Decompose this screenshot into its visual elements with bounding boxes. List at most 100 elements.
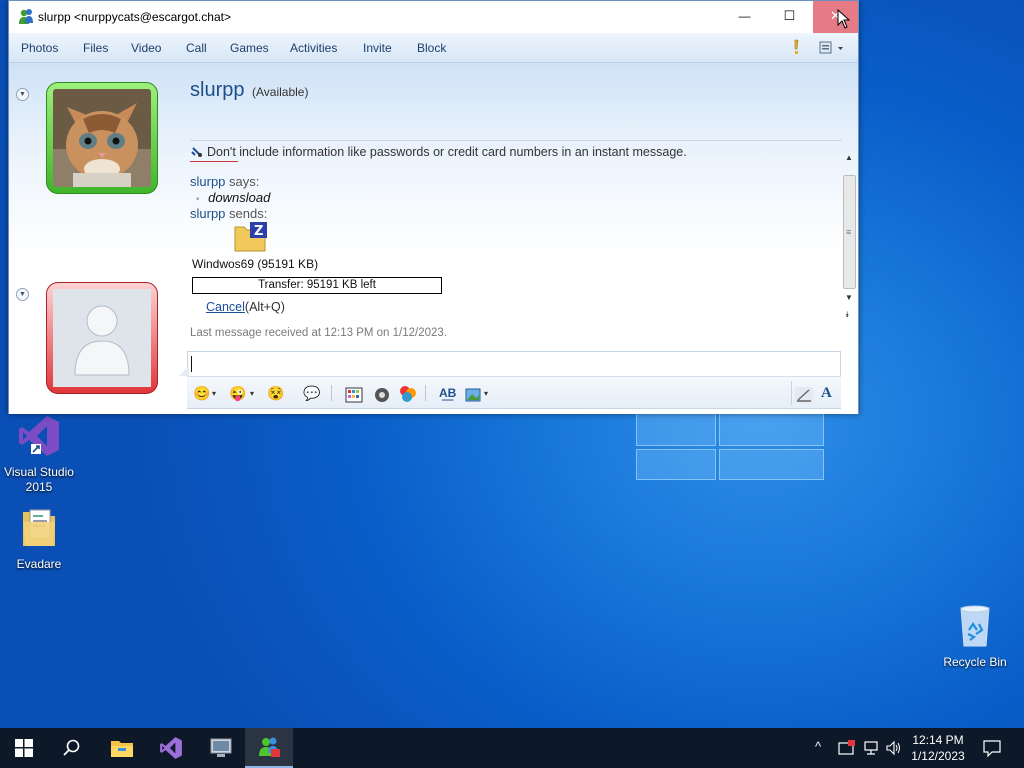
- sends-label: sends:: [225, 206, 268, 221]
- menu-call[interactable]: Call: [186, 41, 207, 55]
- title-bar[interactable]: slurpp <nurppycats@escargot.chat> — ☐ ✕: [9, 1, 858, 33]
- network-icon[interactable]: [864, 740, 880, 756]
- desktop-icon-evadare[interactable]: Evadare: [1, 506, 77, 572]
- toolbar-separator: [425, 385, 426, 401]
- transfer-progress-box: Transfer: 95191 KB left: [192, 277, 442, 294]
- file-name: Windwos69 (95191 KB): [192, 257, 319, 271]
- collapse-contact-picture-button[interactable]: ▼: [16, 88, 29, 101]
- sender-name: slurpp: [190, 174, 226, 189]
- taskbar-visual-studio[interactable]: [147, 728, 195, 768]
- clock-time: 12:14 PM: [912, 733, 964, 747]
- nudge-icon[interactable]: [791, 39, 801, 55]
- scroll-grip-icon: ≡: [846, 227, 852, 237]
- toolbar-separator: [331, 385, 332, 401]
- conversation-scrollbar[interactable]: ▲ ≡ ▼ ⯯: [842, 153, 858, 385]
- spell-check-icon[interactable]: A͟B: [439, 383, 456, 403]
- sender-name: slurpp: [190, 206, 226, 221]
- scroll-up-arrow-icon[interactable]: ▲: [845, 153, 853, 162]
- messenger-tray-icon[interactable]: [838, 740, 856, 756]
- desktop-icon-label: Recycle Bin: [943, 655, 1007, 669]
- font-icon[interactable]: A: [821, 383, 832, 403]
- visual-studio-icon: [19, 416, 59, 456]
- says-label: says:: [225, 174, 260, 189]
- maximize-icon: ☐: [783, 8, 796, 23]
- transfer-status-text: Transfer: 95191 KB left: [258, 279, 376, 291]
- sound-icon[interactable]: [373, 385, 391, 405]
- security-warning-text: Don't include information like passwords…: [207, 145, 687, 159]
- bullet-icon: ▪: [196, 194, 200, 205]
- clock-date: 1/12/2023: [911, 749, 965, 763]
- file-explorer-icon: [111, 741, 133, 757]
- menu-block[interactable]: Block: [417, 41, 446, 55]
- kitten-photo: [53, 89, 151, 187]
- messenger-conversation-window: slurpp <nurppycats@escargot.chat> — ☐ ✕ …: [8, 0, 859, 414]
- wink-icon[interactable]: 😜: [229, 383, 246, 403]
- last-message-timestamp: Last message received at 12:13 PM on 1/1…: [190, 327, 447, 339]
- handwriting-icon[interactable]: [795, 385, 813, 405]
- notifications-icon[interactable]: [983, 739, 1001, 757]
- close-button[interactable]: ✕: [813, 1, 858, 33]
- messenger-buddy-icon: [259, 737, 280, 757]
- cancel-transfer-link[interactable]: Cancel: [206, 300, 245, 314]
- warning-underline: [190, 161, 238, 162]
- menu-invite[interactable]: Invite: [363, 41, 392, 55]
- conversation-pane: ▼ ▼ slurpp (Available) Don't include inf…: [9, 63, 858, 414]
- send-photo-icon[interactable]: [465, 385, 481, 405]
- default-user-silhouette-icon: [53, 289, 151, 387]
- system-clock[interactable]: 12:14 PM 1/12/2023: [906, 732, 970, 764]
- search-icon: [63, 739, 80, 756]
- desktop-icon-label: Visual Studio 2015: [4, 465, 74, 494]
- desktop-icon-visual-studio[interactable]: Visual Studio 2015: [1, 414, 77, 495]
- received-message: downsload: [208, 190, 271, 205]
- window-title: slurpp <nurppycats@escargot.chat>: [38, 10, 231, 24]
- contact-status: (Available): [252, 85, 309, 99]
- emoticon-dropdown-icon[interactable]: ▾: [212, 384, 216, 404]
- menu-activities[interactable]: Activities: [290, 41, 337, 55]
- contact-avatar: [46, 82, 158, 194]
- windows-start-icon: [15, 739, 33, 757]
- search-button[interactable]: [48, 728, 96, 768]
- volume-icon[interactable]: [886, 740, 902, 756]
- zip-file-icon[interactable]: Z: [234, 222, 268, 252]
- nudge-button-icon[interactable]: 😵: [267, 383, 284, 403]
- messenger-buddy-icon: [19, 9, 33, 24]
- mouse-cursor-icon: [837, 9, 851, 29]
- maximize-button[interactable]: ☐: [767, 1, 812, 33]
- winks-icon[interactable]: [399, 384, 417, 404]
- taskbar-messenger[interactable]: [245, 728, 293, 768]
- message-history: Don't include information like passwords…: [190, 145, 842, 314]
- visual-studio-icon: [160, 737, 182, 759]
- menu-photos[interactable]: Photos: [21, 41, 58, 55]
- windows-logo-wallpaper: [636, 412, 824, 480]
- menu-video[interactable]: Video: [131, 41, 161, 55]
- taskbar-file-explorer[interactable]: [98, 728, 146, 768]
- security-warning-icon: [191, 147, 202, 157]
- menu-bar: Photos Files Video Call Games Activities…: [9, 33, 858, 63]
- cancel-shortcut: (Alt+Q): [244, 300, 285, 314]
- send-photo-dropdown-icon[interactable]: ▾: [484, 384, 488, 404]
- show-hidden-icons-button[interactable]: ^: [815, 739, 821, 754]
- message-input[interactable]: [191, 356, 843, 372]
- background-icon[interactable]: [345, 385, 363, 405]
- minimize-button[interactable]: —: [722, 1, 767, 33]
- start-button[interactable]: [0, 728, 48, 768]
- scroll-to-end-icon[interactable]: ⯯: [845, 310, 850, 320]
- input-corner-tab-icon: [179, 366, 189, 376]
- collapse-my-picture-button[interactable]: ▼: [16, 288, 29, 301]
- voice-clip-icon[interactable]: 💬: [303, 383, 320, 403]
- taskbar: ^ 12:14 PM 1/12/2023: [0, 728, 1024, 768]
- scroll-down-arrow-icon[interactable]: ▼: [845, 293, 853, 302]
- toolbar-separator: [791, 381, 792, 405]
- menu-games[interactable]: Games: [230, 41, 269, 55]
- show-menu-icon[interactable]: [819, 40, 845, 56]
- computer-monitor-icon: [210, 738, 232, 757]
- desktop-icon-label: Evadare: [16, 557, 62, 571]
- wink-dropdown-icon[interactable]: ▾: [250, 384, 254, 404]
- emoticon-icon[interactable]: 😊: [193, 383, 210, 403]
- formatting-toolbar: 😊 ▾ 😜 ▾ 😵 💬 A͟B ▾ A: [187, 376, 841, 408]
- header-divider: [190, 140, 842, 141]
- menu-files[interactable]: Files: [83, 41, 108, 55]
- desktop-icon-recycle-bin[interactable]: Recycle Bin: [937, 604, 1013, 670]
- taskbar-remote-desktop[interactable]: [197, 728, 245, 768]
- minimize-icon: —: [738, 9, 751, 23]
